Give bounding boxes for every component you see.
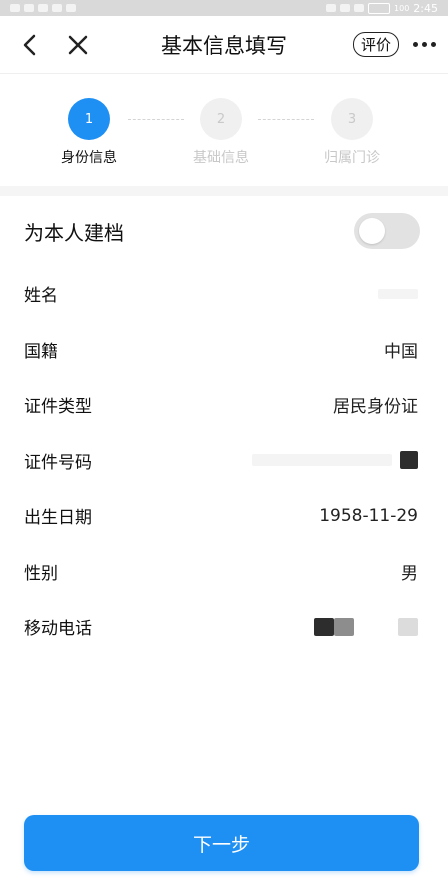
id-number-value-redacted [252,451,418,470]
step-number-2: 2 [200,98,242,140]
id-type-row[interactable]: 证件类型 居民身份证 [0,377,448,433]
nationality-row[interactable]: 国籍 中国 [0,322,448,378]
nav-bar: 基本信息填写 评价 [0,16,448,74]
self-record-row: 为本人建档 [0,196,448,266]
step-label-clinic: 归属门诊 [324,150,380,166]
step-connector [128,119,184,120]
redacted-gap [354,618,398,636]
gender-row[interactable]: 性别 男 [0,544,448,600]
alarm-icon [340,4,351,12]
nationality-label: 国籍 [24,341,58,362]
id-type-value: 居民身份证 [333,397,418,418]
app-notification-icon [52,4,62,12]
sim-icon [10,4,20,12]
close-icon[interactable] [60,27,96,63]
id-number-label: 证件号码 [24,452,92,473]
bluetooth-icon [354,4,365,12]
nav-right-actions: 评价 [352,32,436,57]
step-label-identity: 身份信息 [61,150,117,166]
battery-level: 100 [394,3,410,13]
redacted-block [252,454,392,467]
step-number-1: 1 [68,98,110,140]
status-time: 2:45 [413,1,438,15]
gender-label: 性别 [24,563,58,584]
name-row[interactable]: 姓名 [0,266,448,322]
redacted-block [378,288,418,299]
step-basic: 2 基础信息 [181,98,261,167]
more-icon[interactable] [413,42,436,47]
back-icon[interactable] [12,27,48,63]
wifi-icon [38,4,48,12]
self-record-toggle[interactable] [354,213,420,249]
step-label-basic: 基础信息 [193,150,249,166]
step-clinic: 3 归属门诊 [312,98,392,167]
toggle-knob [359,218,385,244]
next-step-button[interactable]: 下一步 [24,815,419,871]
redacted-block [314,617,334,636]
close-x-icon [68,35,88,54]
birth-date-value: 1958-11-29 [319,505,418,526]
name-label: 姓名 [24,286,58,307]
mail-icon [66,4,76,12]
mobile-value-redacted [314,617,418,636]
mobile-label: 移动电话 [24,619,92,640]
signal-icon [24,4,34,12]
redacted-block [398,617,418,636]
status-right-icons: 100 2:45 [326,2,438,15]
id-type-label: 证件类型 [24,397,92,418]
more-dot [422,42,427,47]
self-record-label: 为本人建档 [24,220,124,245]
birth-date-label: 出生日期 [24,508,92,529]
step-connector [258,119,314,120]
redacted-block [400,451,418,470]
step-number-3: 3 [331,98,373,140]
nationality-value: 中国 [384,341,418,362]
rate-button[interactable]: 评价 [352,32,399,57]
more-dot [431,42,436,47]
back-chevron-icon [23,34,36,55]
eye-icon [326,4,337,12]
section-divider [0,186,448,196]
progress-steps: 1 身份信息 2 基础信息 3 归属门诊 [0,74,448,186]
name-value-redacted [378,288,418,299]
status-left-icons [10,4,76,12]
more-dot [413,42,418,47]
battery-icon [368,2,391,14]
step-identity: 1 身份信息 [49,98,129,167]
redacted-block [334,617,354,636]
birth-date-row[interactable]: 出生日期 1958-11-29 [0,488,448,544]
id-number-row[interactable]: 证件号码 [0,433,448,489]
gender-value: 男 [401,563,418,584]
mobile-row[interactable]: 移动电话 [0,599,448,655]
status-bar: 100 2:45 [0,0,448,16]
